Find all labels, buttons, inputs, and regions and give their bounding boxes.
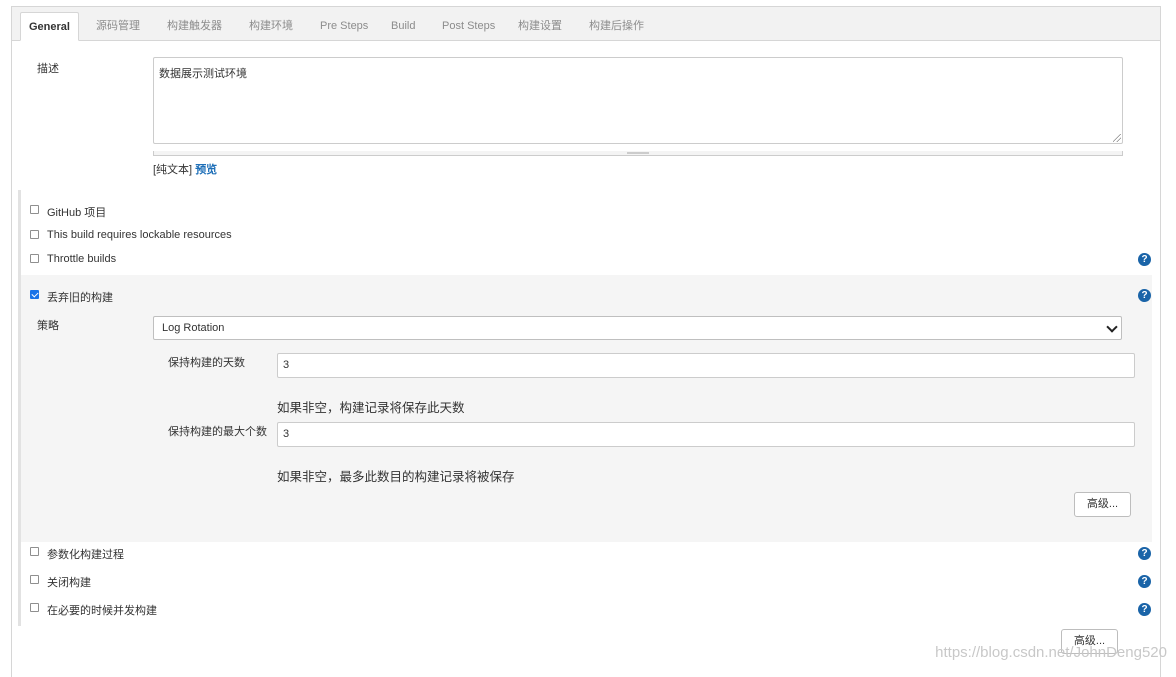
chevron-down-icon [1106,321,1118,333]
preview-link[interactable]: 预览 [195,164,217,176]
days-to-keep-label: 保持构建的天数 [168,357,245,369]
disable-build-help-icon[interactable]: ? [1138,575,1151,588]
tab-build[interactable]: Build [383,12,423,41]
concurrent-builds-checkbox[interactable] [30,603,39,612]
disable-build-label: 关闭构建 [47,577,91,589]
tab-post-build-actions[interactable]: 构建后操作 [581,12,652,41]
strategy-label: 策略 [37,320,59,332]
parameterized-build-checkbox[interactable] [30,547,39,556]
config-panel: General 源码管理 构建触发器 构建环境 Pre Steps Build … [11,6,1161,677]
tab-source-code-management[interactable]: 源码管理 [88,12,148,41]
parameterized-build-help-icon[interactable]: ? [1138,547,1151,560]
concurrent-builds-help-icon[interactable]: ? [1138,603,1151,616]
description-label: 描述 [37,63,59,75]
textarea-resize-handle[interactable] [1113,134,1123,144]
tab-bar: General 源码管理 构建触发器 构建环境 Pre Steps Build … [12,7,1160,41]
disable-build-checkbox[interactable] [30,575,39,584]
max-builds-hint: 如果非空，最多此数目的构建记录将被保存 [277,470,515,484]
github-project-label: GitHub 项目 [47,207,107,219]
days-to-keep-input[interactable]: 3 [277,353,1135,378]
tab-build-settings[interactable]: 构建设置 [510,12,570,41]
throttle-builds-checkbox[interactable] [30,254,39,263]
throttle-builds-help-icon[interactable]: ? [1138,253,1151,266]
splitter-grip-icon [627,152,649,154]
plain-text-label: [纯文本] [153,164,193,176]
description-format: [纯文本] 预览 [153,161,217,177]
tab-post-steps[interactable]: Post Steps [434,12,503,41]
description-textarea[interactable] [153,57,1123,144]
max-builds-input[interactable]: 3 [277,422,1135,447]
max-builds-label: 保持构建的最大个数 [168,426,267,438]
tab-general[interactable]: General [20,12,79,41]
discard-advanced-button[interactable]: 高级... [1074,492,1131,517]
discard-old-builds-help-icon[interactable]: ? [1138,289,1151,302]
throttle-builds-label: Throttle builds [47,253,117,265]
watermark: https://blog.csdn.net/JohnDeng520 [935,644,1167,661]
resize-grip-icon [1113,134,1121,142]
discard-old-builds-label: 丢弃旧的构建 [47,292,113,304]
lockable-resources-checkbox[interactable] [30,230,39,239]
textarea-splitter[interactable] [153,151,1123,156]
parameterized-build-label: 参数化构建过程 [47,549,124,561]
days-to-keep-hint: 如果非空，构建记录将保存此天数 [277,401,465,415]
strategy-selected-value: Log Rotation [162,322,225,334]
tab-build-triggers[interactable]: 构建触发器 [159,12,230,41]
lockable-resources-label: This build requires lockable resources [47,229,232,241]
discard-old-builds-checkbox[interactable] [30,290,39,299]
github-project-checkbox[interactable] [30,205,39,214]
concurrent-builds-label: 在必要的时候并发构建 [47,605,157,617]
tab-pre-steps[interactable]: Pre Steps [312,12,376,41]
tab-build-environment[interactable]: 构建环境 [241,12,301,41]
strategy-select[interactable]: Log Rotation [153,316,1122,340]
